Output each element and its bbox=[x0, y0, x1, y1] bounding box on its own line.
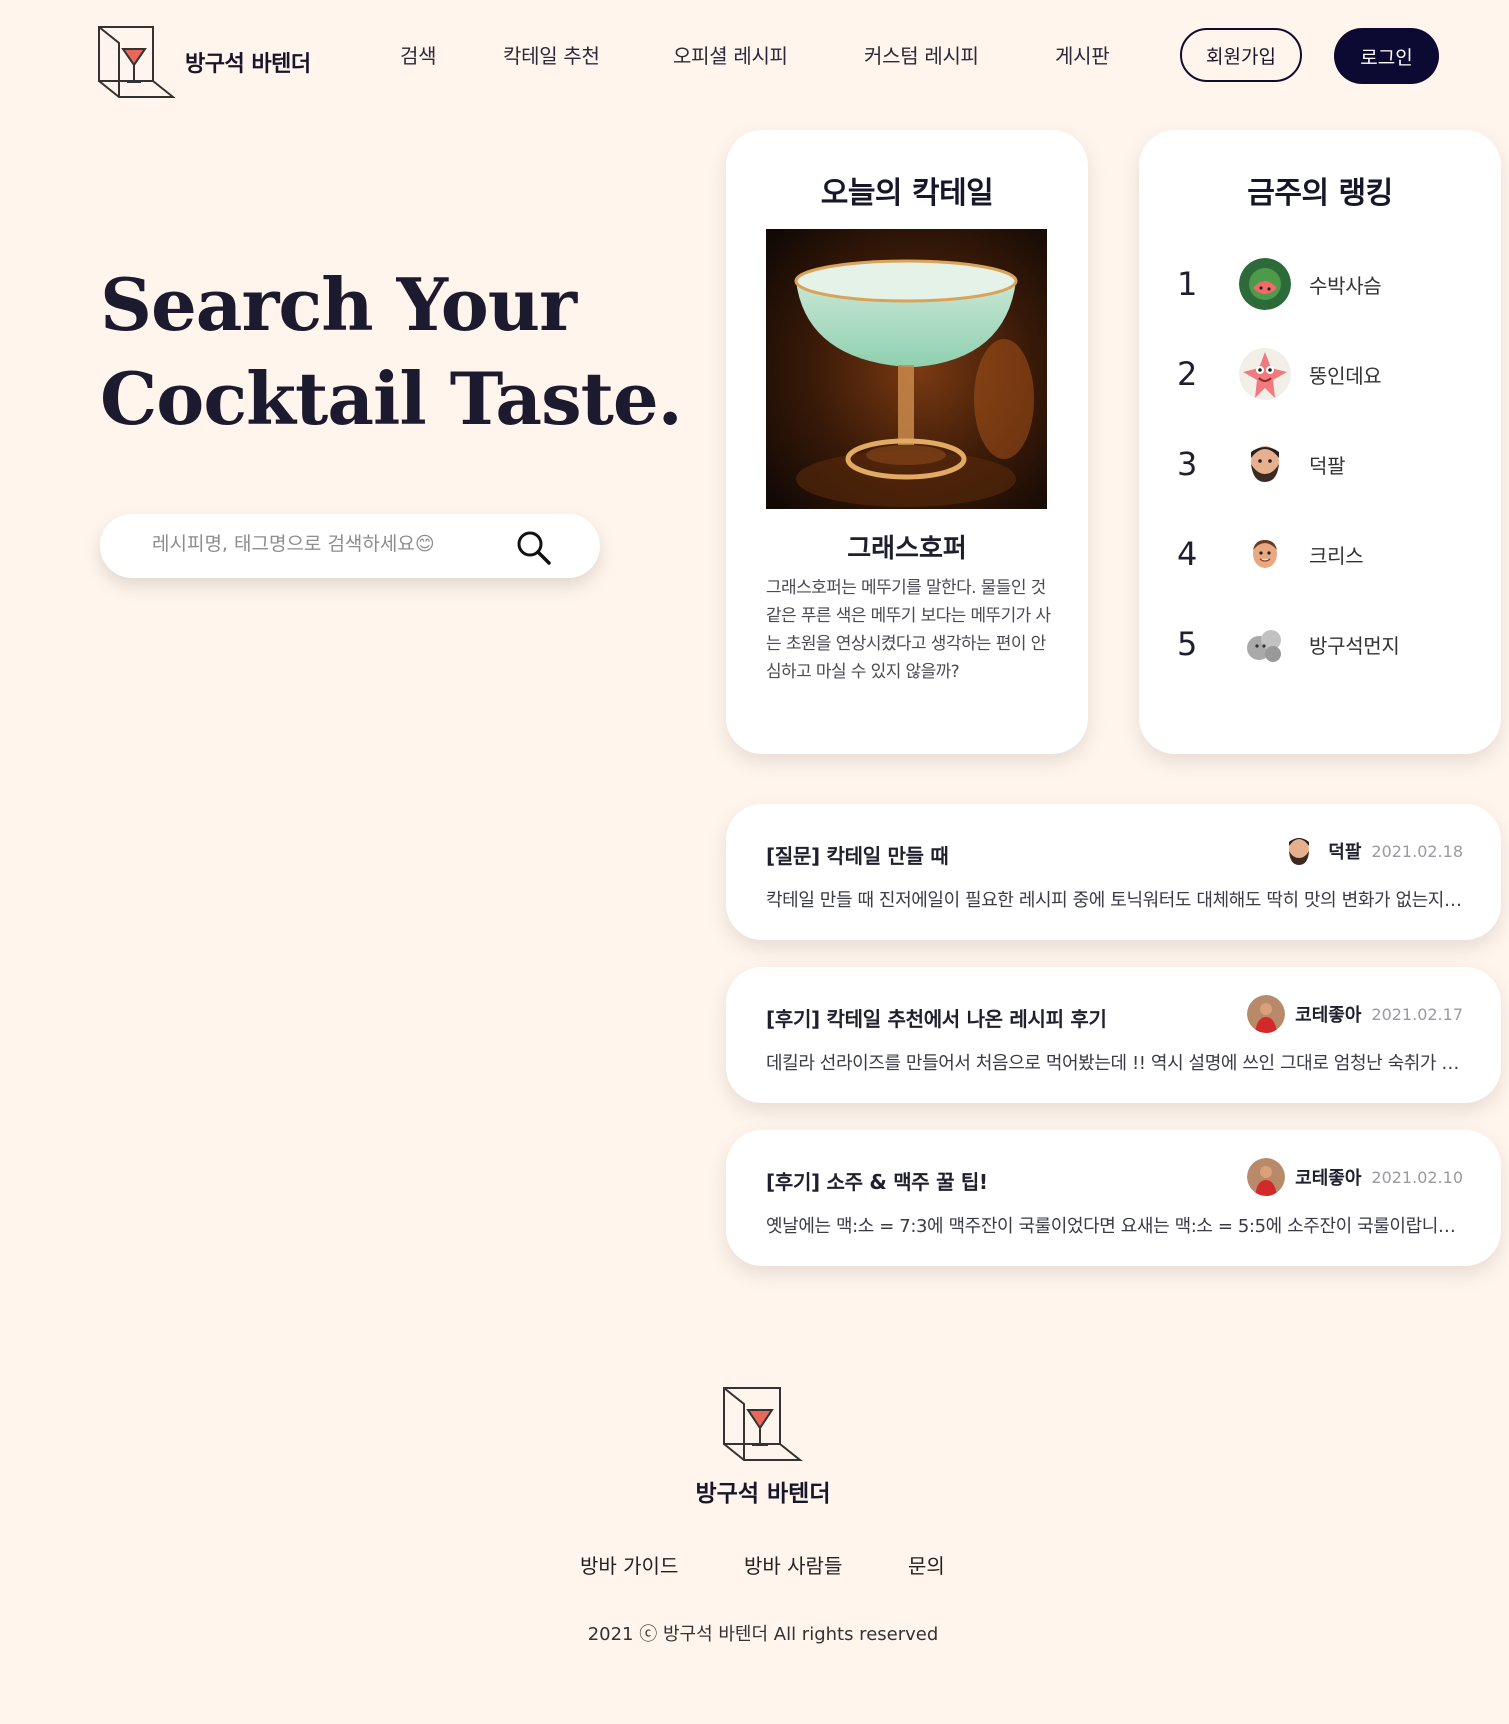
rank-number: 4 bbox=[1177, 535, 1198, 573]
hero-line-1: Search Your bbox=[100, 262, 577, 347]
ranking-item[interactable]: 5 방구석먼지 bbox=[1177, 614, 1400, 674]
footer-link-people[interactable]: 방바 사람들 bbox=[744, 1550, 842, 1579]
smiling-man-avatar-icon bbox=[1239, 528, 1291, 580]
nav-board[interactable]: 게시판 bbox=[1055, 40, 1110, 69]
today-cocktail-title: 오늘의 칵테일 bbox=[820, 176, 994, 211]
post-meta: 코테좋아 2021.02.10 bbox=[1247, 1158, 1463, 1196]
post-date: 2021.02.18 bbox=[1371, 841, 1463, 861]
footer-link-contact[interactable]: 문의 bbox=[908, 1550, 945, 1579]
today-cocktail-card[interactable]: 오늘의 칵테일 그래스호퍼 그래스호퍼는 메뚜기를 말한다. 물들인 것 같은 … bbox=[726, 130, 1088, 754]
person-photo-avatar-icon bbox=[1247, 1158, 1286, 1196]
post-meta: 코테좋아 2021.02.17 bbox=[1247, 995, 1463, 1033]
login-button[interactable]: 로그인 bbox=[1334, 28, 1439, 84]
dust-avatar-icon bbox=[1239, 618, 1291, 670]
nav-search[interactable]: 검색 bbox=[400, 40, 437, 69]
post-body: 칵테일 만들 때 진저에일이 필요한 레시피 중에 토닉워터도 대체해도 딱히 … bbox=[766, 890, 1462, 911]
post-body: 옛날에는 맥:소 = 7:3에 맥주잔이 국룰이었다면 요새는 맥:소 = 5:… bbox=[766, 1216, 1462, 1237]
hero-heading: Search Your Cocktail Taste. bbox=[100, 258, 683, 446]
nav-recommend[interactable]: 칵테일 추천 bbox=[503, 40, 600, 69]
rank-number: 2 bbox=[1177, 355, 1198, 393]
ranking-item[interactable]: 1 수박사슴 bbox=[1177, 254, 1382, 314]
brand-name: 방구석 바텐더 bbox=[185, 52, 311, 77]
ranking-item[interactable]: 3 덕팔 bbox=[1177, 434, 1346, 494]
ranking-user-name: 뚱인데요 bbox=[1309, 363, 1382, 388]
post-author: 덕팔 bbox=[1328, 842, 1362, 863]
site-logo[interactable]: 방구석 바텐더 bbox=[97, 24, 327, 100]
bearded-man-avatar-icon bbox=[1239, 438, 1291, 490]
starfish-avatar-icon bbox=[1239, 348, 1291, 400]
post-date: 2021.02.17 bbox=[1371, 1004, 1463, 1024]
rank-number: 1 bbox=[1177, 265, 1198, 303]
nav-official-recipe[interactable]: 오피셜 레시피 bbox=[673, 40, 788, 69]
ranking-user-name: 방구석먼지 bbox=[1309, 633, 1400, 658]
board-post[interactable]: [후기] 칵테일 추천에서 나온 레시피 후기 코테좋아 2021.02.17 … bbox=[726, 967, 1501, 1103]
rank-number: 3 bbox=[1177, 445, 1198, 483]
hero-line-2: Cocktail Taste. bbox=[100, 356, 683, 441]
post-title: [질문] 칵테일 만들 때 bbox=[766, 844, 949, 868]
post-body: 데킬라 선라이즈를 만들어서 처음으로 먹어봤는데 !! 역시 설명에 쓰인 그… bbox=[766, 1053, 1462, 1074]
cocktail-photo bbox=[766, 229, 1047, 509]
ranking-title: 금주의 랭킹 bbox=[1247, 176, 1393, 211]
board-post[interactable]: [후기] 소주 & 맥주 꿀 팁! 코테좋아 2021.02.10 옛날에는 맥… bbox=[726, 1130, 1501, 1266]
ranking-user-name: 덕팔 bbox=[1309, 453, 1346, 478]
search-icon[interactable] bbox=[514, 528, 554, 568]
cocktail-box-logo-icon bbox=[723, 1387, 803, 1461]
signup-button[interactable]: 회원가입 bbox=[1180, 28, 1302, 82]
ranking-user-name: 수박사슴 bbox=[1309, 273, 1382, 298]
bearded-man-avatar-icon bbox=[1280, 832, 1319, 870]
rank-number: 5 bbox=[1177, 625, 1198, 663]
footer-brand-name: 방구석 바텐더 bbox=[695, 1481, 831, 1507]
watermelon-avatar-icon bbox=[1239, 258, 1291, 310]
nav-custom-recipe[interactable]: 커스텀 레시피 bbox=[864, 40, 979, 69]
search-input[interactable] bbox=[150, 532, 534, 556]
copyright-text: 2021 ⓒ 방구석 바텐더 All rights reserved bbox=[587, 1624, 939, 1645]
ranking-user-name: 크리스 bbox=[1309, 543, 1364, 568]
cocktail-description: 그래스호퍼는 메뚜기를 말한다. 물들인 것 같은 푸른 색은 메뚜기 보다는 … bbox=[766, 578, 1051, 682]
search-bar bbox=[100, 514, 600, 578]
post-meta: 덕팔 2021.02.18 bbox=[1280, 832, 1463, 870]
post-author: 코테좋아 bbox=[1295, 1005, 1362, 1026]
post-title: [후기] 소주 & 맥주 꿀 팁! bbox=[766, 1170, 988, 1194]
ranking-item[interactable]: 4 크리스 bbox=[1177, 524, 1364, 584]
cocktail-name: 그래스호퍼 bbox=[847, 534, 967, 564]
weekly-ranking-card: 금주의 랭킹 1 수박사슴 2 뚱인데요 3 덕팔 4 크리스 5 방구석먼지 bbox=[1139, 130, 1501, 754]
footer-link-guide[interactable]: 방바 가이드 bbox=[580, 1550, 678, 1579]
board-post[interactable]: [질문] 칵테일 만들 때 덕팔 2021.02.18 칵테일 만들 때 진저에… bbox=[726, 804, 1501, 940]
post-title: [후기] 칵테일 추천에서 나온 레시피 후기 bbox=[766, 1007, 1107, 1031]
post-author: 코테좋아 bbox=[1295, 1168, 1362, 1189]
post-date: 2021.02.10 bbox=[1371, 1167, 1463, 1187]
cocktail-box-logo-icon bbox=[98, 26, 175, 98]
person-photo-avatar-icon bbox=[1247, 995, 1286, 1033]
ranking-item[interactable]: 2 뚱인데요 bbox=[1177, 344, 1382, 404]
